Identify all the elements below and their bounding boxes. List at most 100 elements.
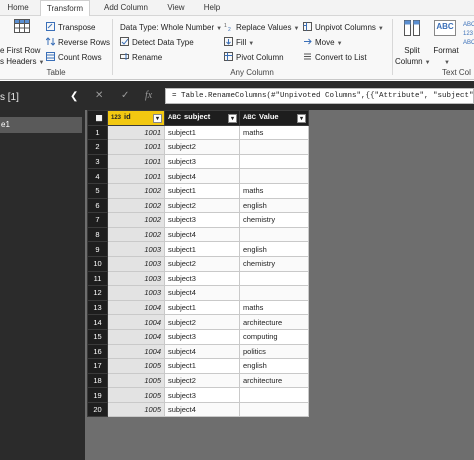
data-type-dropdown[interactable]: Data Type: Whole Number ▼ xyxy=(120,21,222,35)
table-row[interactable]: 18 1005 subject2 architecture xyxy=(87,372,309,389)
convert-to-list-button[interactable]: Convert to List xyxy=(303,51,367,65)
row-number[interactable]: 18 xyxy=(87,372,108,389)
row-number[interactable]: 13 xyxy=(87,299,108,316)
table-row[interactable]: 17 1005 subject1 english xyxy=(87,358,309,374)
cell-value[interactable]: maths xyxy=(239,124,309,141)
table-row[interactable]: 8 1002 subject4 xyxy=(87,226,309,243)
cell-id[interactable]: 1003 xyxy=(107,285,165,301)
tab-transform[interactable]: Transform xyxy=(40,0,90,17)
cancel-icon[interactable]: ✕ xyxy=(95,90,103,101)
rename-button[interactable]: Rename xyxy=(120,51,162,65)
cell-subject[interactable]: subject4 xyxy=(164,168,240,184)
table-row[interactable]: 5 1002 subject1 maths xyxy=(87,182,309,199)
split-column-button[interactable]: Split Column ▼ xyxy=(395,17,431,67)
cell-subject[interactable]: subject1 xyxy=(164,241,240,257)
row-number[interactable]: 17 xyxy=(87,358,108,374)
cell-id[interactable]: 1001 xyxy=(107,153,165,170)
table-row[interactable]: 15 1004 subject3 computing xyxy=(87,328,309,345)
cell-id[interactable]: 1004 xyxy=(107,343,165,360)
cell-subject[interactable]: subject2 xyxy=(164,314,240,330)
cell-id[interactable]: 1003 xyxy=(107,241,165,257)
number-type-icon[interactable]: 123 xyxy=(111,115,121,121)
table-row[interactable]: 19 1005 subject3 xyxy=(87,387,309,403)
row-number[interactable]: 19 xyxy=(87,387,108,403)
cell-value[interactable] xyxy=(239,285,309,301)
cell-subject[interactable]: subject4 xyxy=(164,226,240,243)
table-row[interactable]: 13 1004 subject1 maths xyxy=(87,299,309,316)
cell-value[interactable] xyxy=(239,387,309,403)
row-number[interactable]: 9 xyxy=(87,241,108,257)
cell-value[interactable]: english xyxy=(239,197,309,214)
cell-id[interactable]: 1004 xyxy=(107,299,165,316)
cell-subject[interactable]: subject3 xyxy=(164,212,240,228)
cell-value[interactable] xyxy=(239,270,309,287)
table-row[interactable]: 6 1002 subject2 english xyxy=(87,197,309,214)
cell-value[interactable]: maths xyxy=(239,182,309,199)
text-type-icon[interactable]: ABC xyxy=(168,115,181,121)
table-row[interactable]: 11 1003 subject3 xyxy=(87,270,309,287)
extract-icon[interactable]: ABC 123 ABC xyxy=(463,21,474,61)
row-number[interactable]: 16 xyxy=(87,343,108,360)
cell-value[interactable]: maths xyxy=(239,299,309,316)
cell-value[interactable]: chemistry xyxy=(239,255,309,272)
row-number[interactable]: 20 xyxy=(87,401,108,418)
cell-value[interactable] xyxy=(239,226,309,243)
cell-subject[interactable]: subject4 xyxy=(164,401,240,418)
cell-id[interactable]: 1005 xyxy=(107,358,165,374)
row-number[interactable]: 12 xyxy=(87,285,108,301)
row-number[interactable]: 15 xyxy=(87,328,108,345)
pivot-column-button[interactable]: Pivot Column xyxy=(224,51,284,65)
cell-value[interactable]: computing xyxy=(239,328,309,345)
cell-value[interactable]: architecture xyxy=(239,372,309,389)
cell-id[interactable]: 1002 xyxy=(107,197,165,214)
cell-subject[interactable]: subject3 xyxy=(164,387,240,403)
row-number[interactable]: 8 xyxy=(87,226,108,243)
cell-id[interactable]: 1004 xyxy=(107,314,165,330)
tab-view[interactable]: View xyxy=(160,0,192,16)
cell-subject[interactable]: subject3 xyxy=(164,153,240,170)
cell-value[interactable] xyxy=(239,401,309,418)
cell-id[interactable]: 1001 xyxy=(107,168,165,184)
cell-subject[interactable]: subject1 xyxy=(164,124,240,141)
cell-id[interactable]: 1004 xyxy=(107,328,165,345)
cell-value[interactable]: politics xyxy=(239,343,309,360)
filter-dropdown-icon[interactable]: ▾ xyxy=(153,114,162,124)
table-row[interactable]: 4 1001 subject4 xyxy=(87,168,309,184)
format-button[interactable]: ABC Format ▼ xyxy=(430,17,462,67)
table-row[interactable]: 20 1005 subject4 xyxy=(87,401,309,418)
filter-dropdown-icon[interactable]: ▾ xyxy=(297,114,306,124)
cell-id[interactable]: 1001 xyxy=(107,139,165,155)
table-row[interactable]: 3 1001 subject3 xyxy=(87,153,309,170)
detect-data-type-button[interactable]: Detect Data Type xyxy=(120,36,194,50)
cell-subject[interactable]: subject2 xyxy=(164,139,240,155)
cell-id[interactable]: 1003 xyxy=(107,255,165,272)
cell-id[interactable]: 1001 xyxy=(107,124,165,141)
table-row[interactable]: 16 1004 subject4 politics xyxy=(87,343,309,360)
table-row[interactable]: 14 1004 subject2 architecture xyxy=(87,314,309,330)
cell-id[interactable]: 1003 xyxy=(107,270,165,287)
row-number[interactable]: 14 xyxy=(87,314,108,330)
table-row[interactable]: 7 1002 subject3 chemistry xyxy=(87,212,309,228)
column-header-subject[interactable]: ABC subject ▾ xyxy=(164,110,240,126)
cell-subject[interactable]: subject3 xyxy=(164,270,240,287)
table-row[interactable]: 10 1003 subject2 chemistry xyxy=(87,255,309,272)
cell-subject[interactable]: subject1 xyxy=(164,358,240,374)
cell-value[interactable] xyxy=(239,168,309,184)
column-header-id[interactable]: 123 id ▾ xyxy=(107,110,165,126)
query-list-item[interactable]: e1 xyxy=(0,117,82,133)
transpose-button[interactable]: Transpose xyxy=(46,21,96,35)
reverse-rows-button[interactable]: Reverse Rows xyxy=(46,36,110,50)
cell-value[interactable] xyxy=(239,153,309,170)
filter-dropdown-icon[interactable]: ▾ xyxy=(228,114,237,124)
row-number[interactable]: 4 xyxy=(87,168,108,184)
row-number[interactable]: 11 xyxy=(87,270,108,287)
table-row[interactable]: 9 1003 subject1 english xyxy=(87,241,309,257)
count-rows-button[interactable]: Count Rows xyxy=(46,51,102,65)
unpivot-columns-dropdown[interactable]: Unpivot Columns ▼ xyxy=(303,21,384,35)
cell-value[interactable]: architecture xyxy=(239,314,309,330)
cell-value[interactable]: english xyxy=(239,358,309,374)
cell-id[interactable]: 1005 xyxy=(107,401,165,418)
cell-subject[interactable]: subject2 xyxy=(164,255,240,272)
row-number[interactable]: 1 xyxy=(87,124,108,141)
cell-subject[interactable]: subject1 xyxy=(164,182,240,199)
